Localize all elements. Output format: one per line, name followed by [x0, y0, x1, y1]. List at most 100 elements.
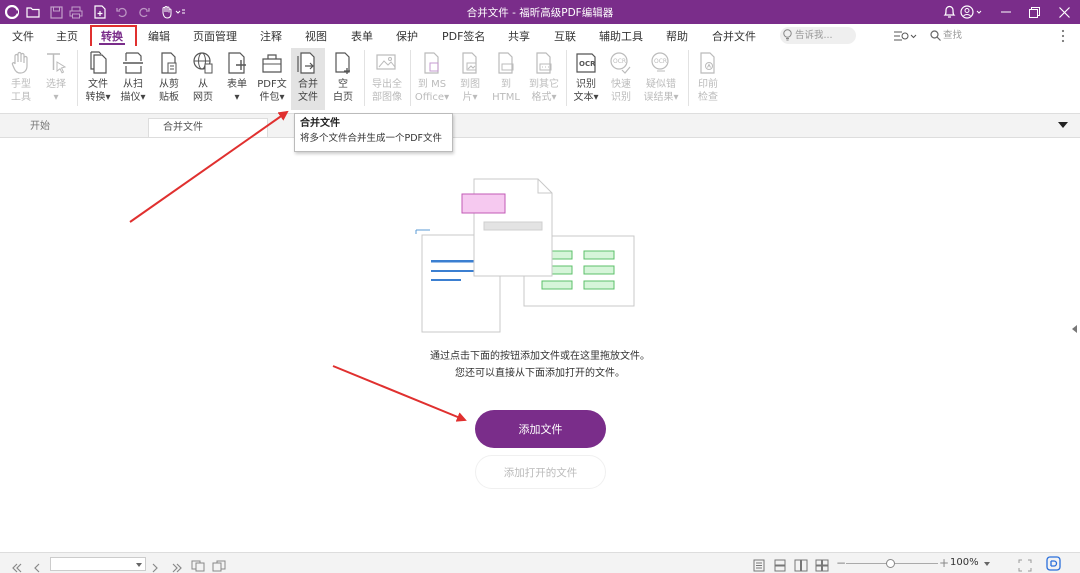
- zoom-slider-thumb[interactable]: [886, 559, 895, 568]
- merge-files-icon: [291, 48, 325, 78]
- blank-page-button[interactable]: 空 白页: [327, 48, 359, 110]
- zoom-in-icon[interactable]: +: [939, 556, 949, 570]
- image-export-icon: [368, 48, 406, 78]
- tell-me-box[interactable]: 告诉我...: [780, 27, 856, 44]
- select-tool-button[interactable]: 选择 ▾: [40, 48, 72, 110]
- search-options-icon[interactable]: [893, 28, 919, 47]
- notification-bell-icon[interactable]: [941, 4, 957, 20]
- zoom-level-select[interactable]: 100%: [950, 557, 992, 571]
- tooltip-title: 合并文件: [300, 118, 340, 129]
- zoom-out-icon[interactable]: −: [836, 556, 846, 570]
- hand-icon: [4, 48, 38, 78]
- previous-view-icon[interactable]: [191, 557, 205, 573]
- tab-help[interactable]: 帮助: [666, 28, 688, 44]
- tab-protect[interactable]: 保护: [396, 28, 418, 44]
- to-html-button[interactable]: 到 HTML: [489, 48, 523, 110]
- close-icon[interactable]: [1058, 4, 1070, 20]
- quick-ocr-icon: OCR: [605, 48, 637, 78]
- tab-view[interactable]: 视图: [305, 28, 327, 44]
- other-format-icon: [525, 48, 563, 78]
- search-icon: [930, 30, 941, 46]
- suspect-results-button[interactable]: OCR 疑似错 误结果▾: [639, 48, 683, 110]
- more-options-icon[interactable]: [1061, 28, 1065, 47]
- portfolio-icon: [254, 48, 290, 78]
- tab-merge-document[interactable]: 合并文件: [148, 118, 268, 137]
- restore-icon[interactable]: [1028, 4, 1040, 20]
- ribbon-divider: [410, 50, 411, 106]
- preflight-icon: [692, 48, 724, 78]
- hand-tool-button[interactable]: 手型 工具: [4, 48, 38, 110]
- add-open-files-button[interactable]: 添加打开的文件: [475, 455, 606, 489]
- ribbon-divider: [364, 50, 365, 106]
- last-page-icon[interactable]: [171, 558, 183, 573]
- scanner-icon: [116, 48, 150, 78]
- tooltip-description: 将多个文件合并生成一个PDF文件: [300, 133, 443, 144]
- file-convert-button[interactable]: 文件 转换▾: [82, 48, 114, 110]
- add-files-button[interactable]: 添加文件: [475, 410, 606, 448]
- previous-page-icon[interactable]: [33, 558, 41, 573]
- account-icon[interactable]: [959, 4, 985, 20]
- from-scanner-button[interactable]: 从扫 描仪▾: [116, 48, 150, 110]
- single-page-view-icon[interactable]: [753, 557, 765, 573]
- tab-share[interactable]: 共享: [508, 28, 530, 44]
- preflight-button[interactable]: 印前 检查: [692, 48, 724, 110]
- continuous-view-icon[interactable]: [774, 557, 786, 573]
- pdf-portfolio-button[interactable]: PDF文 件包▾: [254, 48, 290, 110]
- next-page-icon[interactable]: [151, 558, 159, 573]
- quick-ocr-button[interactable]: OCR 快速 识别: [605, 48, 637, 110]
- file-convert-icon: [82, 48, 114, 78]
- title-bar: 合并文件 - 福昕高级PDF编辑器: [0, 0, 1080, 24]
- zoom-dropdown-icon[interactable]: [984, 562, 990, 566]
- tab-pdf-sign[interactable]: PDF签名: [442, 28, 485, 44]
- ocr-text-button[interactable]: OCR 识别 文本▾: [569, 48, 603, 110]
- highlight-box-convert-tab: [90, 25, 137, 48]
- clipboard-icon: [152, 48, 186, 78]
- feedback-icon[interactable]: [1046, 556, 1061, 573]
- tab-form[interactable]: 表单: [351, 28, 373, 44]
- tell-me-placeholder: 告诉我...: [795, 30, 833, 41]
- merge-files-tooltip: 合并文件 将多个文件合并生成一个PDF文件: [294, 113, 453, 152]
- ribbon-divider: [688, 50, 689, 106]
- ribbon-toolbar: 手型 工具 选择 ▾ 文件 转换▾ 从扫 描仪▾ 从剪 贴板 从 网页 表单 ▾…: [0, 46, 1080, 114]
- page-number-input[interactable]: [50, 557, 146, 571]
- fullscreen-icon[interactable]: [1018, 557, 1032, 573]
- form-button[interactable]: 表单 ▾: [222, 48, 252, 110]
- tab-edit[interactable]: 编辑: [148, 28, 170, 44]
- side-panel-toggle-icon[interactable]: [1072, 325, 1077, 333]
- export-all-images-button[interactable]: 导出全 部图像: [368, 48, 406, 110]
- app-window: 合并文件 - 福昕高级PDF编辑器 文件 主页 转换 编辑 页面管理 注释 视图…: [0, 0, 1080, 573]
- tab-connect[interactable]: 互联: [554, 28, 576, 44]
- lightbulb-icon: [783, 29, 792, 47]
- globe-icon: [188, 48, 218, 78]
- tab-accessibility[interactable]: 辅助工具: [599, 28, 643, 44]
- tab-page-management[interactable]: 页面管理: [193, 28, 237, 44]
- svg-text:OCR: OCR: [654, 58, 667, 65]
- page-dropdown-icon[interactable]: [136, 563, 142, 567]
- tab-start[interactable]: 开始: [16, 118, 156, 137]
- minimize-icon[interactable]: [1000, 4, 1012, 20]
- merge-files-button[interactable]: 合并 文件: [291, 48, 325, 110]
- next-view-icon[interactable]: [212, 557, 226, 573]
- svg-text:OCR: OCR: [613, 58, 626, 65]
- to-other-format-button[interactable]: 到其它 格式▾: [525, 48, 563, 110]
- tab-list-dropdown-icon[interactable]: [1058, 122, 1068, 128]
- tab-home[interactable]: 主页: [56, 28, 78, 44]
- first-page-icon[interactable]: [11, 558, 23, 573]
- document-tab-bar: 开始 合并文件: [0, 114, 1080, 138]
- form-icon: [222, 48, 252, 78]
- to-image-button[interactable]: 到图 片▾: [453, 48, 487, 110]
- from-clipboard-button[interactable]: 从剪 贴板: [152, 48, 186, 110]
- ocr-icon: OCR: [569, 48, 603, 78]
- facing-view-icon[interactable]: [794, 557, 808, 573]
- search-placeholder: 查找: [943, 30, 963, 41]
- tab-file[interactable]: 文件: [12, 28, 34, 44]
- ribbon-divider: [566, 50, 567, 106]
- tab-merge-files[interactable]: 合并文件: [712, 28, 756, 44]
- from-web-button[interactable]: 从 网页: [188, 48, 218, 110]
- svg-text:OCR: OCR: [579, 60, 596, 68]
- search-box[interactable]: 查找: [927, 28, 1047, 43]
- tab-comment[interactable]: 注释: [260, 28, 282, 44]
- to-ms-office-button[interactable]: 到 MS Office▾: [413, 48, 451, 110]
- suspect-results-icon: OCR: [639, 48, 683, 78]
- continuous-facing-view-icon[interactable]: [815, 557, 829, 573]
